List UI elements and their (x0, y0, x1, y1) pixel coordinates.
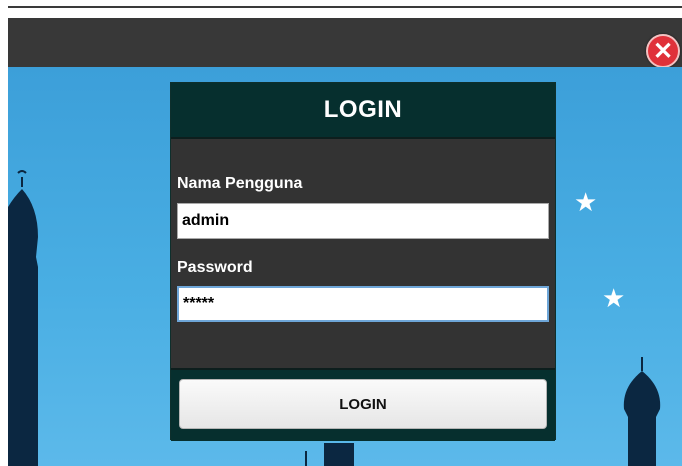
title-bar: ✕ (8, 18, 682, 68)
login-button[interactable]: LOGIN (179, 379, 547, 429)
login-footer: LOGIN (171, 368, 555, 441)
bottom-building-silhouette (305, 443, 354, 466)
close-icon: ✕ (652, 37, 674, 65)
star-icon: ★ (574, 187, 598, 217)
login-panel: LOGIN Nama Pengguna Password LOGIN (170, 82, 556, 441)
login-title: LOGIN (171, 83, 555, 139)
window-top-border (8, 6, 682, 8)
username-label: Nama Pengguna (177, 175, 303, 192)
username-input[interactable] (177, 203, 549, 239)
app-window: ✕ ★ ★ LOGIN Nama Pengguna Password LOGIN (8, 6, 682, 466)
password-input[interactable] (177, 286, 549, 322)
star-icon: ★ (602, 283, 626, 313)
close-button[interactable]: ✕ (646, 34, 680, 68)
left-minaret-silhouette (8, 170, 38, 466)
right-dome-silhouette (623, 357, 661, 466)
password-label: Password (177, 259, 253, 276)
